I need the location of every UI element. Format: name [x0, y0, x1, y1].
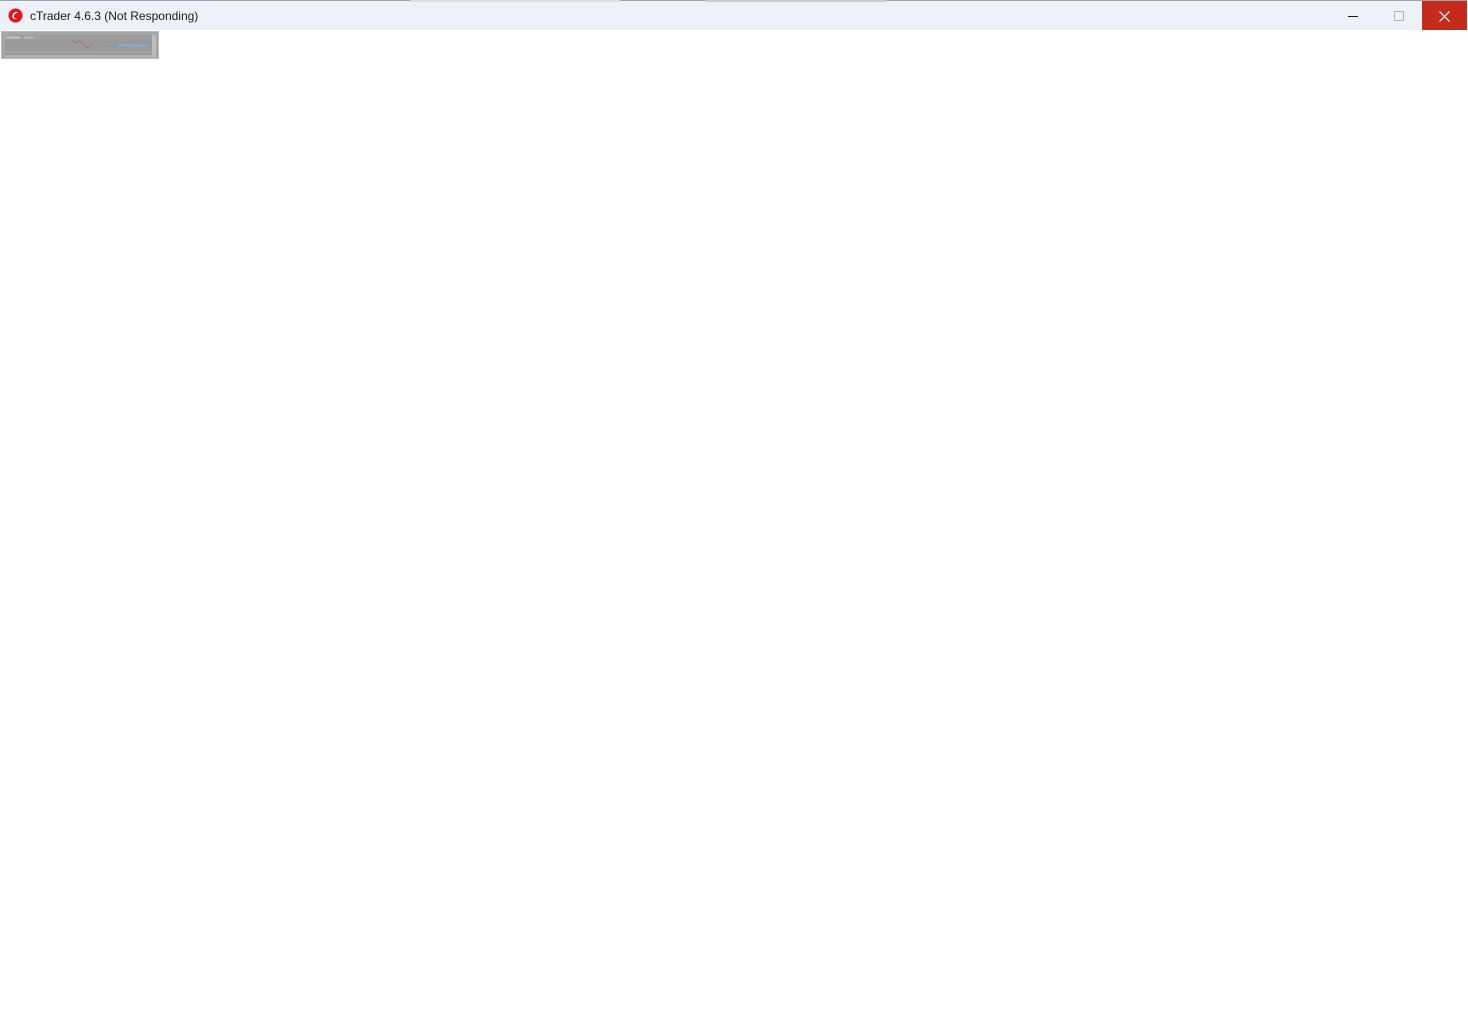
title-bar-highlight	[706, 0, 886, 2]
maximize-button[interactable]	[1376, 1, 1422, 31]
minimize-icon	[1348, 16, 1358, 17]
title-bar[interactable]: cTrader 4.6.3 (Not Responding)	[0, 0, 1467, 31]
app-window: cTrader 4.6.3 (Not Responding)	[0, 0, 1467, 1017]
client-area	[0, 30, 1467, 1017]
close-button[interactable]	[1422, 1, 1467, 31]
minimize-button[interactable]	[1330, 1, 1376, 31]
ctrader-logo-icon[interactable]	[8, 8, 23, 23]
chart-preview-thumbnail	[1, 31, 159, 59]
close-icon	[1439, 10, 1450, 22]
chart-preview-image	[2, 32, 158, 58]
maximize-icon	[1394, 11, 1404, 21]
title-bar-highlight	[410, 0, 620, 2]
window-title: cTrader 4.6.3 (Not Responding)	[30, 9, 199, 23]
